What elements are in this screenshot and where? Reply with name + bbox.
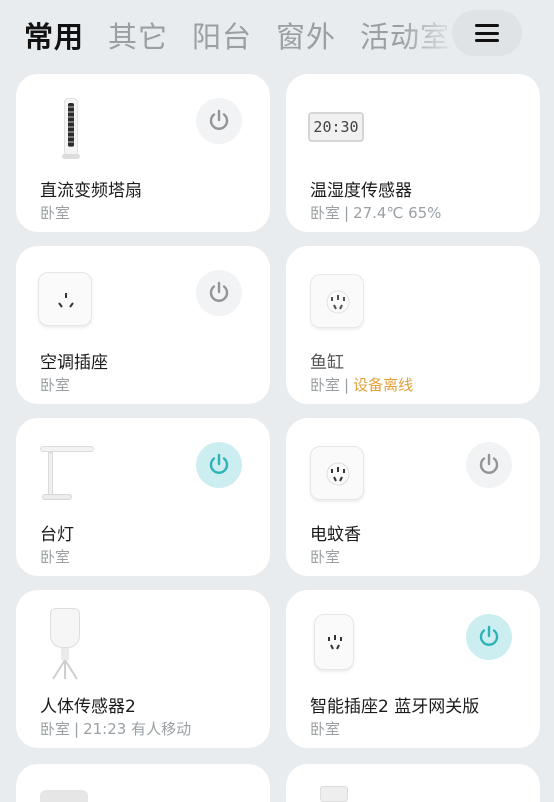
device-name: 电蚊香	[310, 525, 361, 545]
desk-lamp-icon	[40, 446, 96, 502]
sensor-reading: 27.4℃ 65%	[353, 204, 442, 222]
power-icon	[209, 281, 229, 302]
device-name: 台灯	[40, 525, 74, 545]
device-card-tower-fan[interactable]: 直流变频塔扇 卧室	[16, 74, 270, 232]
device-room: 卧室	[310, 548, 341, 566]
smart-plug-icon	[314, 614, 354, 670]
hamburger-menu-icon	[475, 24, 499, 42]
smart-plug-icon	[310, 446, 364, 500]
device-name: 智能插座2 蓝牙网关版	[310, 697, 480, 717]
device-card-motion-sensor[interactable]: 人体传感器2 卧室 | 21:23 有人移动	[16, 590, 270, 748]
tab-fade	[400, 0, 460, 70]
clock-sensor-icon: 20:30	[308, 112, 364, 142]
device-room: 卧室	[40, 204, 71, 222]
power-button-on[interactable]	[466, 614, 512, 660]
tab-balcony[interactable]: 阳台	[192, 14, 252, 56]
power-button[interactable]	[196, 98, 242, 144]
device-card-desk-lamp[interactable]: 台灯 卧室	[16, 418, 270, 576]
device-status: 卧室 | 设备离线	[310, 376, 414, 394]
ac-plug-icon	[38, 272, 92, 326]
device-name: 直流变频塔扇	[40, 181, 142, 201]
device-card-smart-plug-2[interactable]: 智能插座2 蓝牙网关版 卧室	[286, 590, 540, 748]
room-tab-bar: 常用 其它 阳台 窗外 活动室	[0, 0, 554, 70]
offline-status: 设备离线	[353, 376, 414, 394]
device-card-partial[interactable]	[16, 764, 270, 802]
power-icon	[479, 625, 499, 646]
power-icon	[209, 109, 229, 130]
smart-plug-icon	[310, 274, 364, 328]
power-button[interactable]	[196, 270, 242, 316]
device-room: 卧室	[40, 548, 71, 566]
device-card-ac-plug[interactable]: 空调插座 卧室	[16, 246, 270, 404]
tab-outside[interactable]: 窗外	[276, 14, 336, 56]
motion-status: 21:23 有人移动	[83, 720, 192, 738]
device-card-partial[interactable]	[286, 764, 540, 802]
tower-fan-icon	[62, 98, 80, 159]
menu-button[interactable]	[452, 10, 522, 56]
device-name: 人体传感器2	[40, 697, 136, 717]
device-status: 卧室 | 27.4℃ 65%	[310, 204, 442, 222]
power-button-on[interactable]	[196, 442, 242, 488]
device-card-fish-tank[interactable]: 鱼缸 卧室 | 设备离线	[286, 246, 540, 404]
power-icon	[209, 453, 229, 474]
motion-sensor-icon	[46, 608, 86, 680]
device-name: 鱼缸	[310, 353, 344, 373]
tab-other[interactable]: 其它	[108, 14, 168, 56]
device-room: 卧室	[310, 720, 341, 738]
device-card-mosquito-repeller[interactable]: 电蚊香 卧室	[286, 418, 540, 576]
device-name: 温湿度传感器	[310, 181, 412, 201]
tab-common[interactable]: 常用	[24, 14, 84, 56]
device-name: 空调插座	[40, 353, 108, 373]
device-icon-partial	[40, 790, 88, 802]
power-icon	[479, 453, 499, 474]
device-card-temp-humidity-sensor[interactable]: 20:30 温湿度传感器 卧室 | 27.4℃ 65%	[286, 74, 540, 232]
power-button[interactable]	[466, 442, 512, 488]
device-status: 卧室 | 21:23 有人移动	[40, 720, 192, 738]
device-icon-partial	[320, 786, 348, 802]
device-room: 卧室	[40, 376, 71, 394]
